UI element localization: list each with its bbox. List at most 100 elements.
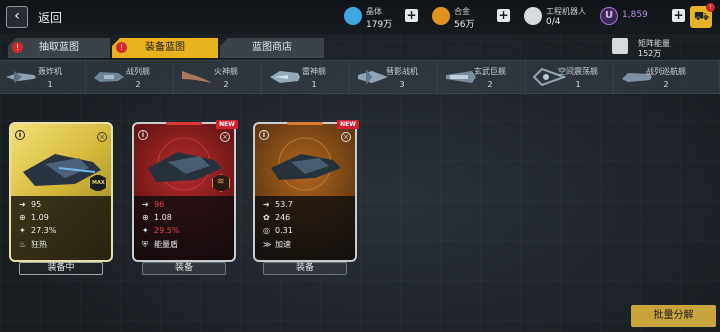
stat-value: 能量盾 [154,240,178,249]
shop-cart-button[interactable]: ⛟ ! [690,3,715,28]
ship-type-name: 战列舰 [126,67,150,76]
card-frame: ➜ 96 ⊕ 1.08 ✦ 29.5% ⛨ 能量盾 [132,122,236,262]
matrix-value: 152万 [638,49,662,58]
credits-resource: U 1,859 [600,4,670,30]
stat-value: 29.5% [154,226,180,235]
ship-type-count: 1 [575,80,581,89]
critical-icon: ✦ [142,226,149,235]
info-icon[interactable]: i [138,130,148,140]
close-icon[interactable]: × [341,132,351,142]
ship-type-item[interactable]: 轰炸机 1 [0,61,86,95]
ship-type-bar: 轰炸机 1 战列舰 2 火神舰 2 雷神舰 1 彗影战机 3 玄武巨舰 2 空间… [0,60,720,95]
stat-row: ⊕ 1.09 [19,213,49,224]
robot-resource: 工程机器人 0/4 [524,4,594,30]
robot-value: 0/4 [546,17,561,27]
crystal-resource: 晶体 179万 [344,4,404,30]
stat-value: 246 [275,213,291,222]
crystal-value: 179万 [366,20,393,30]
equip-button[interactable]: 装备 [263,262,347,275]
speed-icon: ➜ [263,200,270,209]
stat-value: 1.08 [154,213,172,222]
alloy-value: 56万 [454,20,475,30]
ship-type-count: 2 [663,80,669,89]
alloy-icon [432,7,450,25]
tab-label: 蓝图商店 [252,42,292,53]
equip-button[interactable]: 装备 [142,262,226,275]
card-frame: ➜ 53.7 ✿ 246 ◎ 0.31 ≫ 加速 [253,122,357,262]
ship-type-name: 雷神舰 [302,67,326,76]
ship-type-name: 玄武巨舰 [474,67,506,76]
critical-icon: ✦ [19,226,26,235]
new-badge: NEW [216,120,238,129]
crosshair-icon: ⊕ [142,213,149,222]
add-credits-button[interactable]: + [672,9,685,22]
stat-row: ≫ 加速 [263,239,291,250]
top-bar: ‹ 返回 晶体 179万 + 合金 56万 + 工程机器人 0/4 U 1,85… [0,0,720,34]
equipped-button[interactable]: 装备中 [19,262,103,275]
stat-value: 加速 [275,240,291,249]
bulk-dismantle-button[interactable]: 批量分解 [631,305,716,327]
stat-value: 53.7 [275,200,293,209]
card-stats: ➜ 96 ⊕ 1.08 ✦ 29.5% ⛨ 能量盾 [134,196,234,260]
blueprint-card-red[interactable]: ➜ 96 ⊕ 1.08 ✦ 29.5% ⛨ 能量盾 NEW i × ≋ [132,120,238,262]
ship-type-item[interactable]: 战列舰 2 [88,61,174,95]
card-stats: ➜ 95 ⊕ 1.09 ✦ 27.3% ♨ 狂热 [11,196,111,260]
info-icon[interactable]: i [15,130,25,140]
stat-value: 27.3% [31,226,57,235]
stat-row: ➜ 95 [19,200,41,211]
ship-type-item[interactable]: 火神舰 2 [176,61,262,95]
ship-type-item[interactable]: 空间震荡舰 1 [528,61,614,95]
crosshair-icon: ⊕ [19,213,26,222]
close-icon[interactable]: × [220,132,230,142]
rarity-line [166,122,202,125]
close-icon[interactable]: × [97,132,107,142]
stat-row: ♨ 狂热 [19,239,47,250]
stat-row: ⊕ 1.08 [142,213,172,224]
cluster-icon: ✿ [263,213,270,222]
ship-type-count: 1 [311,80,317,89]
robot-label: 工程机器人 [546,7,586,16]
alloy-resource: 合金 56万 [432,4,492,30]
card-frame: ➜ 95 ⊕ 1.09 ✦ 27.3% ♨ 狂热 [9,122,113,262]
stat-row: ➜ 96 [142,200,164,211]
alert-badge: ! [116,42,127,53]
add-alloy-button[interactable]: + [497,9,510,22]
tab-blueprint-shop[interactable]: 蓝图商店 [220,38,324,58]
stat-row: ◎ 0.31 [263,226,293,237]
blueprint-card-orange[interactable]: ➜ 53.7 ✿ 246 ◎ 0.31 ≫ 加速 NEW i × [253,120,359,262]
ship-type-item[interactable]: 玄武巨舰 2 [440,61,526,95]
info-icon[interactable]: i [259,130,269,140]
rarity-line [287,122,323,125]
target-icon: ◎ [263,226,270,235]
ship-type-count: 2 [135,80,141,89]
stat-row: ✦ 29.5% [142,226,179,237]
alloy-label: 合金 [454,7,470,16]
card-stats: ➜ 53.7 ✿ 246 ◎ 0.31 ≫ 加速 [255,196,355,260]
stat-value: 95 [31,200,42,209]
speed-icon: ➜ [142,200,149,209]
add-crystal-button[interactable]: + [405,9,418,22]
stat-value: 0.31 [275,226,293,235]
credits-value: 1,859 [622,10,648,20]
blueprint-card-equipped[interactable]: ➜ 95 ⊕ 1.09 ✦ 27.3% ♨ 狂热 i × MAX [9,122,113,262]
tier-label: MAX [92,180,105,186]
new-badge: NEW [337,120,359,129]
ship-type-count: 3 [399,80,405,89]
matrix-cube-icon [612,38,628,54]
ship-type-item[interactable]: 雷神舰 1 [264,61,350,95]
tab-label: 抽取蓝图 [39,42,79,53]
rank-chevron-icon: ≋ [217,177,225,187]
stat-value: 狂热 [31,240,47,249]
u-credit-icon: U [600,7,618,25]
ship-type-item[interactable]: 战列巡航舰 2 [616,61,720,95]
tab-label: 装备蓝图 [145,42,185,53]
ship-type-name: 轰炸机 [38,67,62,76]
tab-equip-blueprint[interactable]: ! 装备蓝图 [112,38,218,58]
stat-value: 96 [154,200,165,209]
ship-type-item[interactable]: 彗影战机 3 [352,61,438,95]
back-button[interactable]: ‹ [6,6,28,28]
back-label[interactable]: 返回 [38,9,62,26]
tab-draw-blueprint[interactable]: ! 抽取蓝图 [8,38,110,58]
ship-type-count: 1 [47,80,53,89]
frenzy-skill-icon: ♨ [19,240,27,249]
